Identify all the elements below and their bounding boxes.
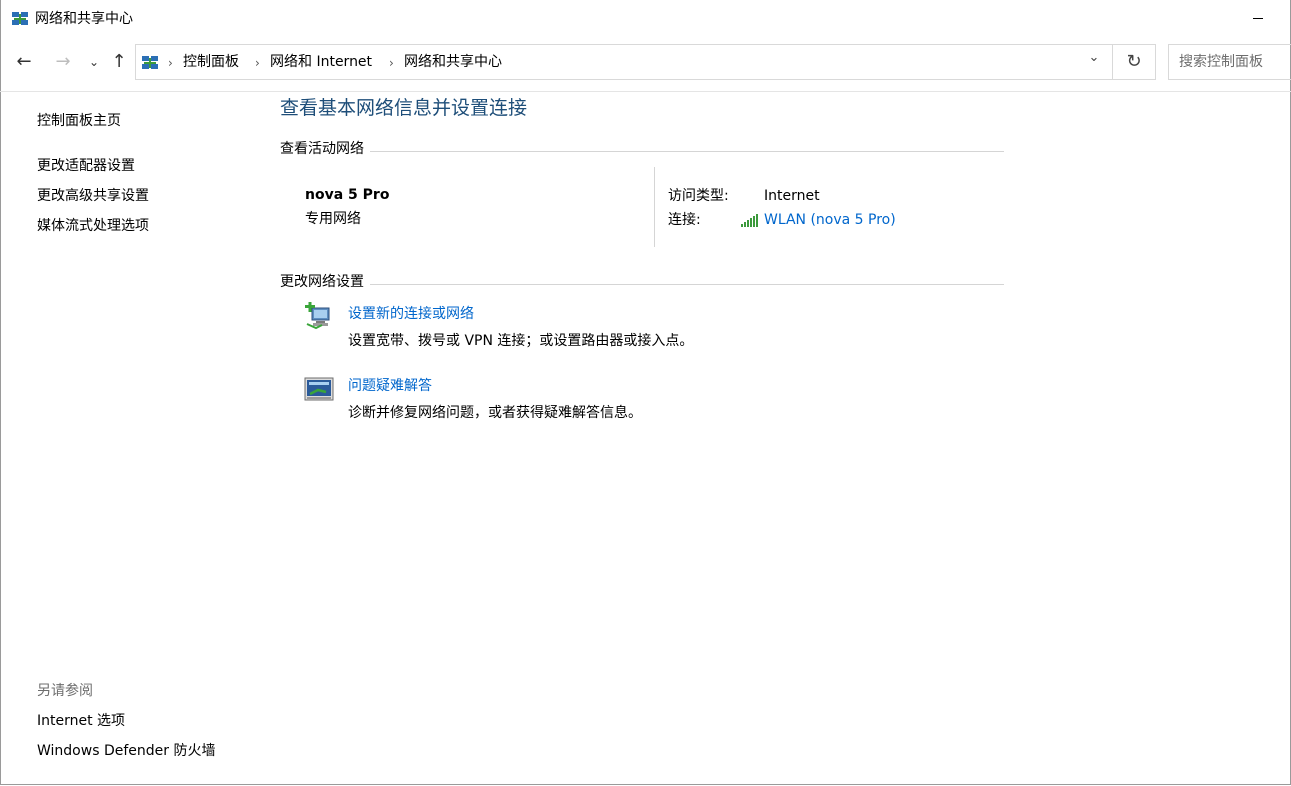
section-divider — [280, 284, 1004, 285]
network-name: nova 5 Pro — [305, 187, 390, 203]
chevron-down-icon: ⌄ — [1088, 50, 1100, 65]
minimize-button[interactable] — [1244, 4, 1272, 32]
sidebar-link-adapter-settings[interactable]: 更改适配器设置 — [37, 157, 135, 175]
chevron-right-icon: › — [389, 56, 394, 70]
active-networks-heading: 查看活动网络 — [280, 140, 370, 158]
search-box[interactable] — [1168, 44, 1291, 80]
recent-locations-button[interactable]: ⌄ — [82, 50, 106, 74]
new-connection-icon — [305, 302, 330, 330]
window — [0, 0, 1291, 785]
section-divider — [280, 151, 1004, 152]
setup-new-connection-description: 设置宽带、拨号或 VPN 连接；或设置路由器或接入点。 — [348, 333, 694, 349]
chevron-down-icon: ⌄ — [88, 55, 100, 69]
arrow-right-icon: → — [55, 51, 71, 72]
access-type-value: Internet — [764, 188, 820, 204]
connection-label: 连接: — [668, 212, 701, 228]
breadcrumb-network-internet[interactable]: 网络和 Internet — [270, 53, 372, 71]
troubleshoot-link[interactable]: 问题疑难解答 — [348, 377, 432, 395]
connection-link[interactable]: WLAN (nova 5 Pro) — [764, 211, 896, 229]
vertical-divider — [654, 167, 655, 247]
sidebar-link-internet-options[interactable]: Internet 选项 — [37, 712, 125, 730]
address-dropdown-button[interactable]: ⌄ — [1083, 48, 1105, 68]
arrow-left-icon: ← — [16, 51, 32, 72]
search-input[interactable] — [1177, 45, 1291, 79]
arrow-up-icon: ↑ — [111, 51, 127, 72]
troubleshoot-description: 诊断并修复网络问题，或者获得疑难解答信息。 — [348, 405, 642, 421]
address-bar[interactable]: › 控制面板 › 网络和 Internet › 网络和共享中心 — [135, 44, 1113, 80]
troubleshoot-icon — [304, 377, 334, 401]
network-category[interactable]: 专用网络 — [305, 210, 361, 228]
wifi-signal-icon — [741, 214, 758, 227]
back-button[interactable]: ← — [12, 50, 36, 74]
control-panel-icon — [142, 56, 158, 69]
chevron-right-icon: › — [255, 56, 260, 70]
access-type-label: 访问类型: — [668, 188, 729, 204]
chevron-right-icon: › — [168, 56, 173, 70]
forward-button[interactable]: → — [51, 50, 75, 74]
page-title: 查看基本网络信息并设置连接 — [280, 97, 528, 119]
change-settings-heading: 更改网络设置 — [280, 273, 370, 291]
navigation-bar: ← → ⌄ ↑ › 控制面板 › 网络和 Internet › 网络和共享中心 … — [0, 40, 1291, 86]
see-also-heading: 另请参阅 — [37, 683, 93, 699]
window-title: 网络和共享中心 — [35, 11, 133, 27]
sidebar-link-control-panel-home[interactable]: 控制面板主页 — [37, 112, 121, 130]
sidebar-link-advanced-sharing[interactable]: 更改高级共享设置 — [37, 187, 149, 205]
title-bar: 网络和共享中心 — [0, 0, 1291, 38]
network-center-icon — [12, 12, 28, 25]
sidebar-link-firewall[interactable]: Windows Defender 防火墙 — [37, 742, 215, 760]
setup-new-connection-link[interactable]: 设置新的连接或网络 — [348, 305, 474, 323]
breadcrumb-network-sharing-center[interactable]: 网络和共享中心 — [404, 53, 502, 71]
divider — [0, 91, 1291, 92]
up-button[interactable]: ↑ — [107, 50, 131, 74]
breadcrumb-control-panel[interactable]: 控制面板 — [183, 53, 239, 71]
refresh-icon: ↻ — [1126, 51, 1142, 72]
refresh-button[interactable]: ↻ — [1113, 44, 1156, 80]
sidebar-link-media-streaming[interactable]: 媒体流式处理选项 — [37, 217, 149, 235]
